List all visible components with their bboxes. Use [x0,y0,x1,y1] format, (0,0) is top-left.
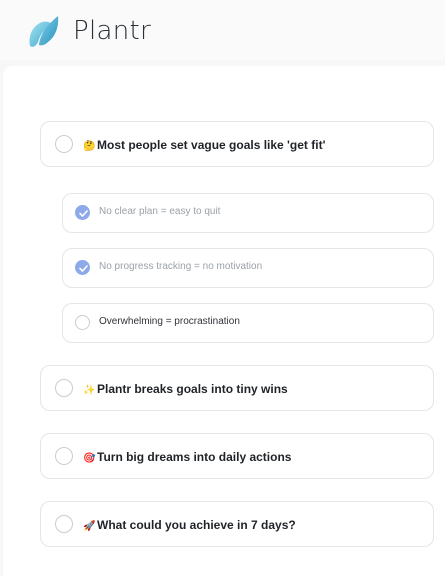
plantr-logo-icon [29,16,59,47]
rocket-icon: 🚀 [83,521,96,532]
sparkles-icon: ✨ [83,385,96,396]
radio-button[interactable] [55,135,73,153]
checked-radio-button[interactable] [75,260,90,275]
checklist-subitem[interactable]: No clear plan = easy to quit [62,193,434,233]
thinking-face-icon: 🤔 [83,141,96,152]
checklist-item[interactable]: 🚀 What could you achieve in 7 days? [40,501,434,547]
checkmark-icon [79,265,88,272]
checklist-subitem[interactable]: No progress tracking = no motivation [62,248,434,288]
app-header: Plantr [0,0,445,60]
checkmark-icon [79,210,88,217]
item-label: No clear plan = easy to quit [99,206,221,217]
radio-button[interactable] [75,315,90,330]
checklist-subitem[interactable]: Overwhelming = procrastination [62,303,434,343]
item-label: Turn big dreams into daily actions [97,450,292,464]
radio-button[interactable] [55,379,73,397]
item-label: Most people set vague goals like 'get fi… [97,138,326,152]
radio-button[interactable] [55,515,73,533]
checked-radio-button[interactable] [75,205,90,220]
target-icon: 🎯 [83,453,96,464]
checklist-item[interactable]: 🎯 Turn big dreams into daily actions [40,433,434,479]
checklist-item[interactable]: ✨ Plantr breaks goals into tiny wins [40,365,434,411]
checklist-item[interactable]: 🤔 Most people set vague goals like 'get f… [40,121,434,167]
item-label: Overwhelming = procrastination [99,316,240,327]
item-label: What could you achieve in 7 days? [97,518,296,532]
radio-button[interactable] [55,447,73,465]
item-label: Plantr breaks goals into tiny wins [97,382,288,396]
app-title: Plantr [73,16,151,46]
item-label: No progress tracking = no motivation [99,261,263,272]
